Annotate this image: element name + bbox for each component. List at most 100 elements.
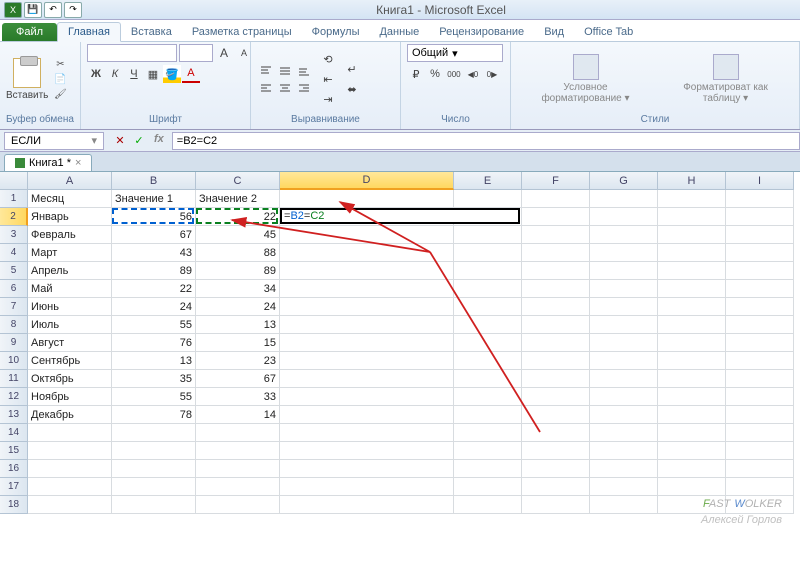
cell-H6[interactable] (658, 280, 726, 298)
cell-B8[interactable]: 55 (112, 316, 196, 334)
cell-D8[interactable] (280, 316, 454, 334)
align-middle-button[interactable] (276, 63, 294, 79)
cell-G17[interactable] (590, 478, 658, 496)
cell-G9[interactable] (590, 334, 658, 352)
cell-G1[interactable] (590, 190, 658, 208)
cell-C12[interactable]: 33 (196, 388, 280, 406)
cell-H14[interactable] (658, 424, 726, 442)
cell-E12[interactable] (454, 388, 522, 406)
cell-F17[interactable] (522, 478, 590, 496)
cell-B1[interactable]: Значение 1 (112, 190, 196, 208)
cell-E4[interactable] (454, 244, 522, 262)
cell-C6[interactable]: 34 (196, 280, 280, 298)
cell-B9[interactable]: 76 (112, 334, 196, 352)
row-header-14[interactable]: 14 (0, 424, 28, 442)
cell-G6[interactable] (590, 280, 658, 298)
tab-file[interactable]: Файл (2, 23, 57, 41)
cell-I7[interactable] (726, 298, 794, 316)
cell-C11[interactable]: 67 (196, 370, 280, 388)
select-all-corner[interactable] (0, 172, 28, 190)
orientation-button[interactable]: ⟲ (319, 50, 337, 68)
column-header-B[interactable]: B (112, 172, 196, 190)
cell-A4[interactable]: Март (28, 244, 112, 262)
conditional-formatting-button[interactable]: Условное форматирование ▾ (517, 52, 654, 106)
row-header-10[interactable]: 10 (0, 352, 28, 370)
cell-C9[interactable]: 15 (196, 334, 280, 352)
cell-B16[interactable] (112, 460, 196, 478)
copy-button[interactable]: 📄 (52, 72, 68, 86)
row-header-3[interactable]: 3 (0, 226, 28, 244)
cell-F15[interactable] (522, 442, 590, 460)
cell-I15[interactable] (726, 442, 794, 460)
cell-A12[interactable]: Ноябрь (28, 388, 112, 406)
cell-I14[interactable] (726, 424, 794, 442)
cell-F4[interactable] (522, 244, 590, 262)
cell-H10[interactable] (658, 352, 726, 370)
cell-C16[interactable] (196, 460, 280, 478)
cell-F6[interactable] (522, 280, 590, 298)
row-header-4[interactable]: 4 (0, 244, 28, 262)
align-right-button[interactable] (295, 80, 313, 96)
cell-I13[interactable] (726, 406, 794, 424)
cell-D7[interactable] (280, 298, 454, 316)
paste-button[interactable]: Вставить (6, 58, 48, 101)
cell-E3[interactable] (454, 226, 522, 244)
cell-C15[interactable] (196, 442, 280, 460)
cell-H2[interactable] (658, 208, 726, 226)
cell-E17[interactable] (454, 478, 522, 496)
enter-formula-button[interactable]: ✓ (131, 133, 147, 149)
cell-H4[interactable] (658, 244, 726, 262)
cell-H13[interactable] (658, 406, 726, 424)
cell-H11[interactable] (658, 370, 726, 388)
undo-button[interactable]: ↶ (44, 2, 62, 18)
tab-office[interactable]: Office Tab (574, 23, 643, 41)
currency-button[interactable]: ₽ (407, 65, 425, 83)
row-header-15[interactable]: 15 (0, 442, 28, 460)
cell-I4[interactable] (726, 244, 794, 262)
active-edit-cell[interactable]: =B2=C2 (280, 208, 520, 224)
decrease-decimal-button[interactable]: ◀0 (464, 65, 482, 83)
cell-A16[interactable] (28, 460, 112, 478)
cell-B18[interactable] (112, 496, 196, 514)
workbook-tab[interactable]: Книга1 * × (4, 154, 92, 171)
cell-A2[interactable]: Январь (28, 208, 112, 226)
column-header-D[interactable]: D (280, 172, 454, 190)
cell-I12[interactable] (726, 388, 794, 406)
cell-G15[interactable] (590, 442, 658, 460)
cell-A6[interactable]: Май (28, 280, 112, 298)
cell-C3[interactable]: 45 (196, 226, 280, 244)
cell-G12[interactable] (590, 388, 658, 406)
column-header-A[interactable]: A (28, 172, 112, 190)
cell-F1[interactable] (522, 190, 590, 208)
cell-H5[interactable] (658, 262, 726, 280)
formula-input[interactable]: =B2=C2 (172, 132, 800, 150)
font-size-select[interactable] (179, 44, 213, 62)
cell-B6[interactable]: 22 (112, 280, 196, 298)
fx-icon[interactable]: fx (150, 133, 168, 149)
cell-E7[interactable] (454, 298, 522, 316)
cell-C18[interactable] (196, 496, 280, 514)
cell-D11[interactable] (280, 370, 454, 388)
cell-G3[interactable] (590, 226, 658, 244)
row-header-13[interactable]: 13 (0, 406, 28, 424)
cell-D16[interactable] (280, 460, 454, 478)
tab-data[interactable]: Данные (369, 23, 429, 41)
percent-button[interactable]: % (426, 65, 444, 83)
cell-E18[interactable] (454, 496, 522, 514)
cell-F16[interactable] (522, 460, 590, 478)
cell-G13[interactable] (590, 406, 658, 424)
align-bottom-button[interactable] (295, 63, 313, 79)
cell-F11[interactable] (522, 370, 590, 388)
cell-H7[interactable] (658, 298, 726, 316)
cell-H15[interactable] (658, 442, 726, 460)
border-button[interactable]: ▦ (144, 65, 162, 83)
cell-D12[interactable] (280, 388, 454, 406)
row-header-11[interactable]: 11 (0, 370, 28, 388)
cell-G2[interactable] (590, 208, 658, 226)
cell-A17[interactable] (28, 478, 112, 496)
cell-E1[interactable] (454, 190, 522, 208)
cell-A18[interactable] (28, 496, 112, 514)
row-header-18[interactable]: 18 (0, 496, 28, 514)
cell-C8[interactable]: 13 (196, 316, 280, 334)
cell-H12[interactable] (658, 388, 726, 406)
